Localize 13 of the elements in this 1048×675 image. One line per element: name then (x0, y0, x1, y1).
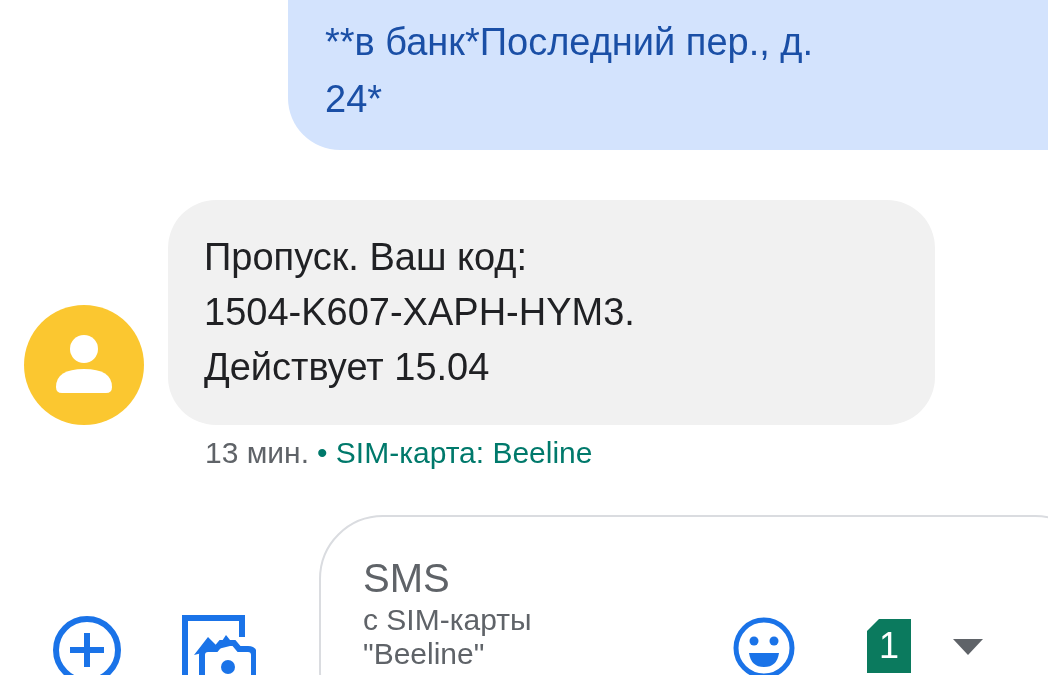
message-text: 1504-K607-XAPH-HYM3. (204, 290, 635, 335)
add-icon[interactable] (52, 615, 122, 675)
message-text: Пропуск. Ваш код: (204, 235, 528, 280)
emoji-icon[interactable] (733, 617, 795, 675)
sim-selector-badge[interactable]: 1 (867, 619, 911, 673)
message-text: **в банк*Последний пер., д. (325, 20, 814, 65)
sim-label: • SIM-карта: Beeline (317, 435, 593, 471)
message-text: Действует 15.04 (204, 345, 490, 390)
message-text: 24* (325, 77, 383, 122)
caret-icon[interactable] (953, 639, 983, 655)
gallery-camera-icon[interactable] (182, 615, 256, 675)
message-input-field[interactable]: SMS с SIM-карты "Beeline" 1 (319, 515, 1048, 675)
message-time: 13 мин. (205, 435, 309, 471)
